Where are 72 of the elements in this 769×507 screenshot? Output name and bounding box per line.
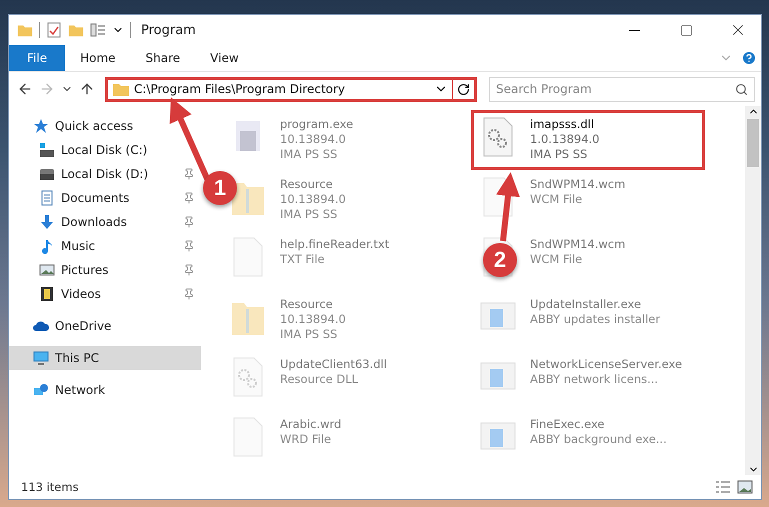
file-detail: 1.0.13894.0: [530, 132, 600, 147]
scroll-thumb[interactable]: [747, 119, 759, 167]
item-count: 113 items: [21, 480, 80, 494]
arrow-drawing: [496, 172, 520, 242]
file-detail: Resource DLL: [280, 372, 360, 387]
sidebar-item[interactable]: OneDrive: [9, 314, 201, 338]
file-detail: 10.13894.0: [280, 132, 347, 147]
file-detail: IMA PS SS: [530, 147, 588, 162]
highlighted-file-item[interactable]: imapsss.dll 1.0.13894.0 IMA PS SS: [471, 110, 705, 170]
help-icon[interactable]: [741, 50, 757, 66]
file-name[interactable]: UpdateInstaller.exe: [530, 297, 660, 312]
file-detail: ABBY updates installer: [530, 312, 660, 327]
step-badge: 2: [483, 243, 517, 277]
drive-icon: [39, 142, 55, 158]
file-detail: WRD File: [280, 432, 332, 447]
file-name[interactable]: FineExec.exe: [530, 417, 667, 432]
search-icon: [735, 82, 748, 96]
sidebar-item[interactable]: Downloads: [9, 210, 201, 234]
back-button[interactable]: [17, 81, 33, 97]
refresh-icon[interactable]: [457, 82, 470, 96]
file-detail: TXT File: [280, 252, 326, 267]
ribbon-tab[interactable]: Share: [130, 45, 196, 71]
file-detail: IMA PS SS: [280, 327, 338, 342]
search-field[interactable]: Search Program: [489, 76, 755, 102]
file-name[interactable]: NetworkLicenseServer.exe: [530, 357, 682, 372]
maximize-icon: [680, 24, 692, 36]
monitor-icon: [33, 350, 49, 366]
file-name[interactable]: UpdateClient63.dll: [280, 357, 387, 372]
step-badge: 1: [203, 171, 237, 205]
file-name[interactable]: SndWPM14.wcm: [530, 177, 626, 192]
file-name[interactable]: Resource: [280, 297, 346, 312]
file-name[interactable]: imapsss.dll: [530, 117, 600, 132]
properties-icon: [90, 22, 106, 38]
sidebar-item[interactable]: Pictures: [9, 258, 201, 282]
download-icon: [39, 214, 55, 230]
sidebar-item[interactable]: Network: [9, 378, 201, 402]
network-icon: [33, 382, 49, 398]
drive-icon: [39, 166, 55, 182]
sidebar-item[interactable]: Local Disk (D:): [9, 162, 201, 186]
ribbon-tab[interactable]: View: [195, 45, 254, 71]
sidebar-item[interactable]: Local Disk (C:): [9, 138, 201, 162]
up-button[interactable]: [79, 81, 95, 97]
sidebar-item[interactable]: Quick access: [9, 114, 201, 138]
file-detail: WCM File: [530, 252, 584, 267]
file-name[interactable]: Arabic.wrd: [280, 417, 342, 432]
file-name[interactable]: Resource: [280, 177, 346, 192]
large-icons-view-icon[interactable]: [737, 480, 753, 494]
file-detail: IMA PS SS: [280, 207, 338, 222]
picture-icon: [39, 262, 55, 278]
scrollbar[interactable]: [745, 106, 761, 475]
details-view-icon[interactable]: [715, 480, 731, 494]
file-name[interactable]: help.fineReader.txt: [280, 237, 390, 252]
film-icon: [39, 286, 55, 302]
file-detail: ABBY network licens...: [530, 372, 660, 387]
file-detail: 10.13894.0: [280, 192, 346, 207]
file-detail: IMA PS SS: [280, 147, 338, 162]
ribbon-tab[interactable]: File: [9, 45, 66, 71]
pin-star-icon: [33, 118, 49, 134]
address-field[interactable]: C:\Program Files\Program Directory: [105, 76, 477, 102]
sidebar-item[interactable]: Music: [9, 234, 201, 258]
sidebar-item[interactable]: This PC: [9, 346, 201, 370]
file-detail: 10.13894.0: [280, 312, 346, 327]
checklist-icon: [46, 22, 62, 38]
sidebar-item[interactable]: Documents: [9, 186, 201, 210]
file-detail: ABBY background exe...: [530, 432, 667, 447]
file-name[interactable]: SndWPM14.wcm: [530, 237, 626, 252]
window-title: Program: [141, 22, 197, 38]
ribbon-tab[interactable]: Home: [65, 45, 131, 71]
document-icon: [39, 190, 55, 206]
sidebar-item[interactable]: Videos: [9, 282, 201, 306]
file-name[interactable]: program.exe: [280, 117, 354, 132]
file-detail: WCM File: [530, 192, 584, 207]
